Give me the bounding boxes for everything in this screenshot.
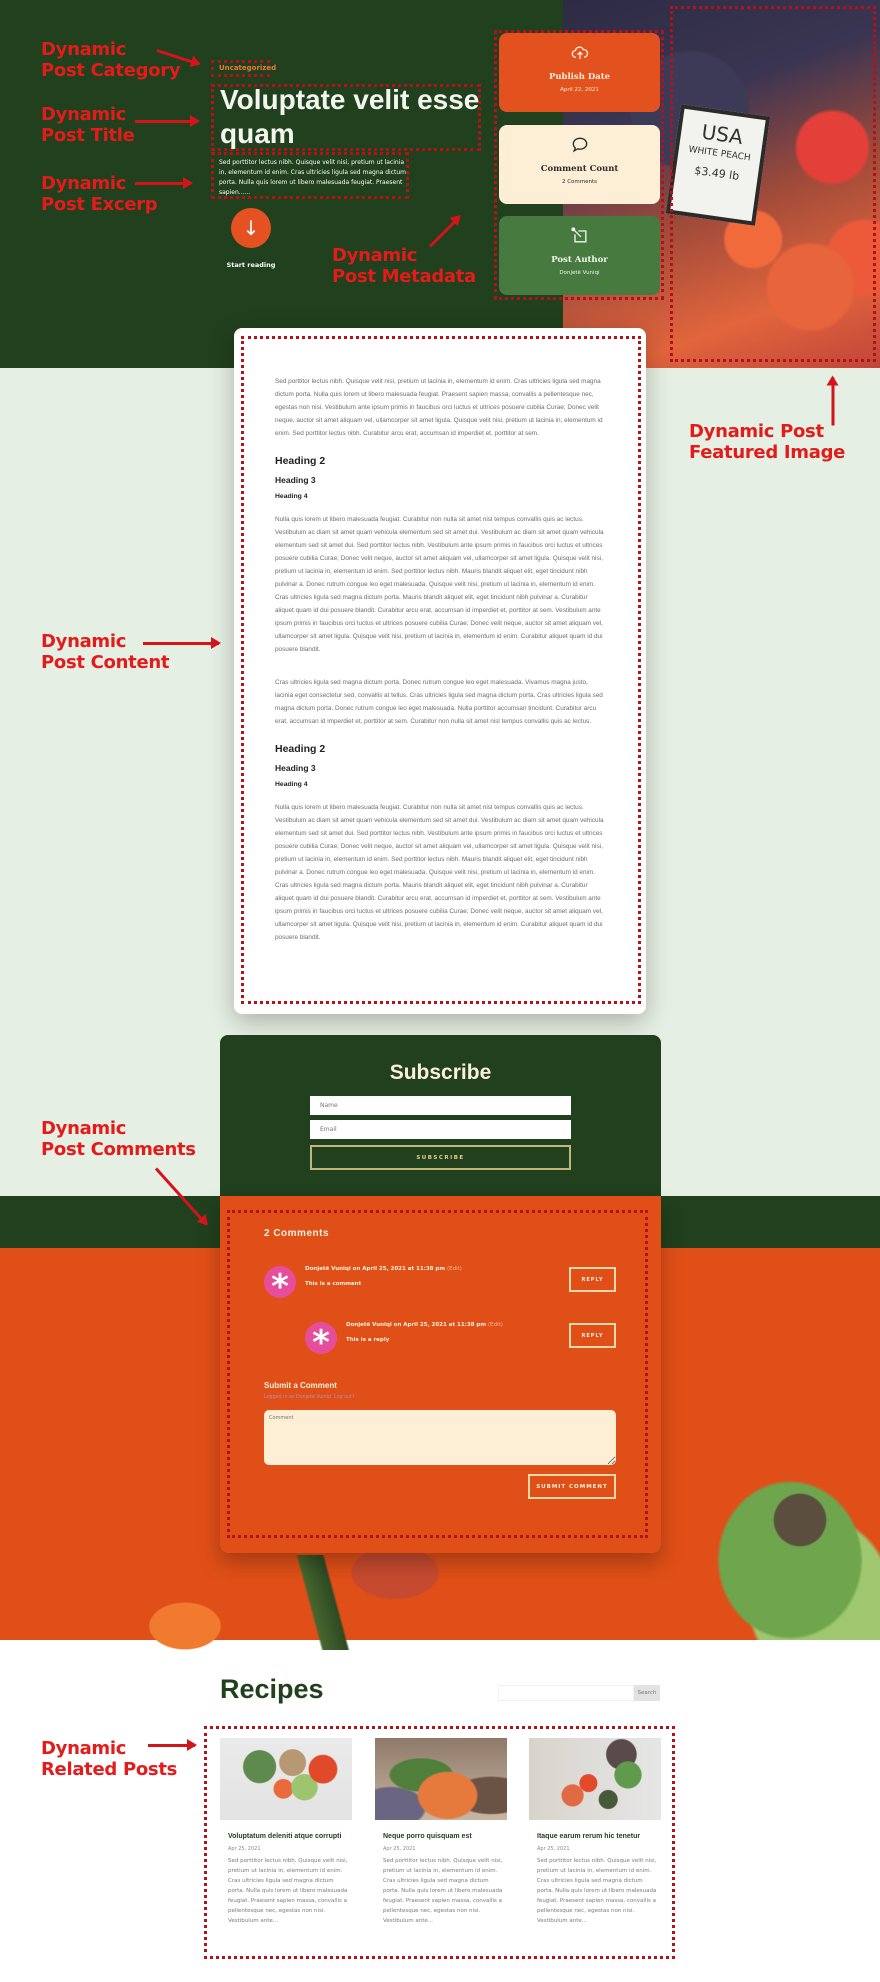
related-post-excerpt: Sed porttitor lectus nibh. Quisque velit… [228, 1858, 348, 1924]
post-thumbnail[interactable] [375, 1738, 507, 1820]
annotation-arrow [135, 115, 200, 127]
related-post-title[interactable]: Neque porro quisquam est [383, 1833, 507, 1840]
annotation-arrow [143, 637, 221, 649]
search-input[interactable] [498, 1685, 634, 1701]
content-heading-2: Heading 2 [275, 743, 326, 755]
annotation-category: Dynamic Post Category [41, 39, 181, 81]
annotation-line: Post Metadata [332, 266, 476, 287]
annotation-comments: Dynamic Post Comments [41, 1118, 196, 1160]
annotation-line: Post Excerp [41, 194, 158, 215]
post-content: Sed porttitor lectus nibh. Quisque velit… [275, 375, 607, 954]
logged-in-link[interactable]: Logged in as Donjetë Vuniqi. Log out? [264, 1395, 355, 1400]
submit-comment-button[interactable]: SUBMIT COMMENT [528, 1474, 616, 1499]
annotation-line: Featured Image [689, 442, 846, 463]
comment-textarea[interactable] [264, 1410, 616, 1465]
annotation-line: Post Content [41, 652, 170, 673]
arrow-down-icon: ↓ [242, 216, 260, 240]
annotation-line: Post Comments [41, 1139, 196, 1160]
email-input[interactable] [310, 1120, 571, 1139]
post-title: Voluptate velit esse quam [220, 84, 480, 149]
comment-count-heading: 2 Comments [264, 1228, 330, 1239]
submit-comment-title: Submit a Comment [264, 1381, 337, 1390]
content-heading-3: Heading 3 [275, 763, 316, 773]
content-heading-3: Heading 3 [275, 475, 316, 485]
content-paragraph: Cras ultricies ligula sed magna dictum p… [275, 679, 603, 725]
annotation-metadata: Dynamic Post Metadata [332, 245, 476, 287]
post-thumbnail[interactable] [529, 1738, 661, 1820]
related-post-title[interactable]: Itaque earum rerum hic tenetur [537, 1833, 661, 1840]
annotation-line: Post Title [41, 125, 135, 146]
related-post-excerpt: Sed porttitor lectus nibh. Quisque velit… [383, 1858, 503, 1924]
avatar: * [305, 1322, 337, 1363]
reply-button[interactable]: REPLY [569, 1323, 616, 1348]
annotation-featured-image: Dynamic Post Featured Image [689, 421, 845, 463]
related-post-excerpt: Sed porttitor lectus nibh. Quisque velit… [537, 1858, 657, 1924]
content-heading-4: Heading 4 [275, 493, 308, 500]
annotation-line: Related Posts [41, 1759, 178, 1780]
annotation-arrow [135, 177, 193, 189]
publish-date-card: Publish Date April 22, 2021 [499, 33, 660, 112]
cloud-upload-icon [571, 46, 588, 59]
metadata-value: Donjetë Vuniqi [559, 270, 600, 276]
post-category-link[interactable]: Uncategorized [219, 64, 276, 72]
start-reading-label[interactable]: Start reading [218, 261, 284, 269]
related-post[interactable]: Neque porro quisquam est Apr 25, 2021 Se… [375, 1738, 507, 1926]
edit-link[interactable]: (Edit) [447, 1266, 462, 1272]
annotation-line: Post Category [41, 60, 181, 81]
metadata-label: Comment Count [540, 164, 619, 174]
related-post-title[interactable]: Voluptatum deleniti atque corrupti [228, 1833, 352, 1840]
name-input[interactable] [310, 1096, 571, 1115]
recipes-title: Recipes [220, 1674, 324, 1704]
post-author-card: Post Author Donjetë Vuniqi [499, 216, 660, 295]
annotation-title: Dynamic Post Title [41, 104, 135, 146]
annotation-line: Dynamic [41, 1738, 127, 1759]
content-paragraph: Nulla quis lorem ut libero malesuada feu… [275, 516, 604, 653]
speech-bubble-icon [572, 137, 587, 153]
subscribe-title: Subscribe [389, 1061, 492, 1084]
metadata-label: Post Author [551, 255, 608, 265]
search-button[interactable]: Search [634, 1685, 660, 1701]
tomato-image [320, 1548, 470, 1618]
annotation-line: Dynamic [332, 245, 418, 266]
annotation-excerpt: Dynamic Post Excerp [41, 173, 158, 215]
comment-author-date[interactable]: Donjetë Vuniqi on April 25, 2021 at 11:3… [305, 1266, 445, 1272]
metadata-value: 2 Comments [561, 179, 598, 185]
edit-link[interactable]: (Edit) [488, 1322, 503, 1328]
comment-count-card: Comment Count 2 Comments [499, 125, 660, 204]
metadata-label: Publish Date [548, 72, 611, 82]
content-heading-4: Heading 4 [275, 781, 308, 788]
content-heading-2: Heading 2 [275, 455, 326, 467]
post-thumbnail[interactable] [220, 1738, 352, 1820]
lettuce-image [680, 1440, 880, 1640]
avatar: * [264, 1266, 296, 1307]
related-post-date: Apr 25, 2021 [537, 1846, 570, 1852]
post-excerpt: Sed porttitor lectus nibh. Quisque velit… [219, 159, 407, 196]
comment-author-date[interactable]: Donjetë Vuniqi on April 25, 2021 at 11:3… [346, 1322, 486, 1328]
reply-button[interactable]: REPLY [569, 1267, 616, 1292]
content-paragraph: Sed porttitor lectus nibh. Quisque velit… [275, 378, 603, 437]
annotation-arrow [831, 377, 835, 426]
start-reading-button[interactable]: ↓ [231, 208, 271, 248]
related-post-date: Apr 25, 2021 [383, 1846, 416, 1852]
comment-meta: Donjetë Vuniqi on April 25, 2021 at 11:3… [305, 1266, 462, 1272]
annotation-content: Dynamic Post Content [41, 631, 169, 673]
featured-image-outline [670, 6, 876, 362]
content-paragraph: Nulla quis lorem ut libero malesuada feu… [275, 804, 604, 941]
pencil-edit-icon [570, 227, 586, 243]
comment-text: This is a comment [305, 1281, 362, 1287]
annotation-line: Dynamic Post [689, 421, 824, 442]
pepper-image [130, 1590, 240, 1650]
related-post[interactable]: Itaque earum rerum hic tenetur Apr 25, 2… [529, 1738, 661, 1926]
subscribe-button[interactable]: SUBSCRIBE [310, 1145, 571, 1170]
metadata-value: April 22, 2021 [560, 87, 599, 93]
annotation-line: Dynamic [41, 104, 127, 125]
annotation-arrow [148, 1739, 197, 1751]
comment-text: This is a reply [346, 1337, 390, 1343]
related-post-date: Apr 25, 2021 [228, 1846, 261, 1852]
related-post[interactable]: Voluptatum deleniti atque corrupti Apr 2… [220, 1738, 352, 1926]
comment-meta: Donjetë Vuniqi on April 25, 2021 at 11:3… [346, 1322, 503, 1328]
annotation-line: Dynamic [41, 1118, 127, 1139]
